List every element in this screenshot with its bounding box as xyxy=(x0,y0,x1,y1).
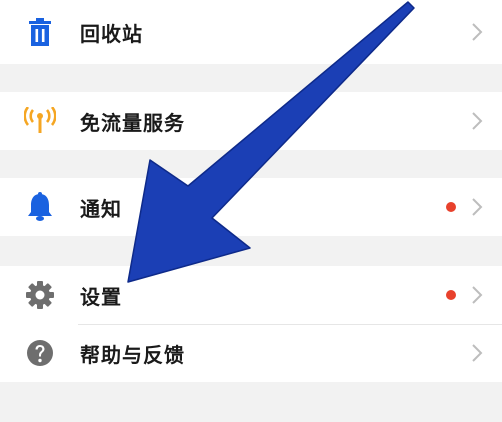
chevron-right-icon xyxy=(472,112,483,130)
menu-item-notifications[interactable]: 通知 xyxy=(0,178,502,236)
chevron-right-icon xyxy=(472,344,483,362)
menu-group-notify: 通知 xyxy=(0,178,502,236)
signal-tower-icon xyxy=(24,105,56,137)
chevron-right-icon xyxy=(472,286,483,304)
settings-menu-screen: 回收站 免流量服务 通知 设置 帮助与反馈 xyxy=(0,0,502,422)
menu-item-label: 帮助与反馈 xyxy=(80,342,185,367)
settings-badge-dot xyxy=(446,290,456,300)
chevron-right-icon xyxy=(472,23,483,41)
menu-item-free-data-service[interactable]: 免流量服务 xyxy=(0,92,502,150)
help-circle-icon xyxy=(24,337,56,369)
chevron-right-icon xyxy=(472,198,483,216)
menu-item-recycle-bin[interactable]: 回收站 xyxy=(0,0,502,64)
notification-badge-dot xyxy=(446,202,456,212)
menu-group-settings: 设置 帮助与反馈 xyxy=(0,266,502,382)
menu-group-recycle: 回收站 xyxy=(0,0,502,64)
menu-item-label: 设置 xyxy=(80,284,122,309)
menu-item-label: 通知 xyxy=(80,196,122,221)
menu-item-settings[interactable]: 设置 xyxy=(0,266,502,324)
bell-icon xyxy=(24,191,56,223)
trash-icon xyxy=(24,16,56,48)
menu-item-help-feedback[interactable]: 帮助与反馈 xyxy=(0,324,502,382)
menu-item-label: 回收站 xyxy=(80,21,143,46)
gear-icon xyxy=(24,279,56,311)
menu-item-label: 免流量服务 xyxy=(80,110,185,135)
menu-group-data: 免流量服务 xyxy=(0,92,502,150)
